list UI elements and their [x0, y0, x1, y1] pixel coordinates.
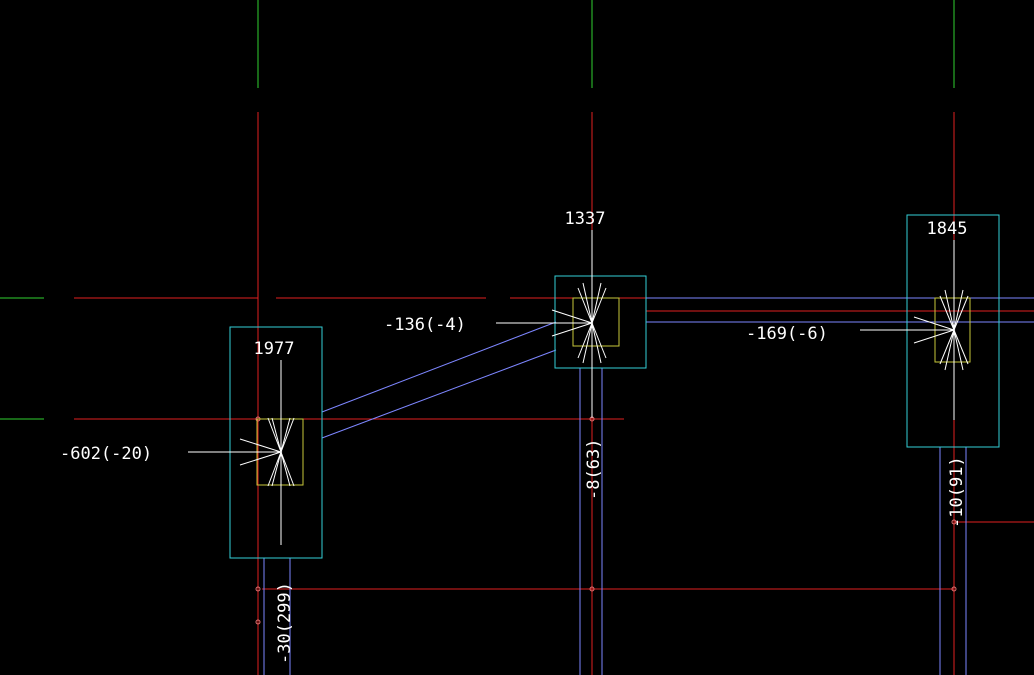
- column-box-mid[interactable]: [554, 275, 647, 369]
- column-box-right[interactable]: [906, 214, 1000, 448]
- axial-force-right: 1845: [927, 219, 968, 239]
- force-arrows: [188, 230, 969, 545]
- column-sections: [256, 297, 971, 486]
- moment-label-left: -602(-20): [60, 444, 152, 464]
- axial-force-mid: 1337: [565, 209, 606, 229]
- beam-lines: [263, 297, 1034, 675]
- moment-label-mid: -136(-4): [384, 315, 466, 335]
- column-box-left[interactable]: [229, 326, 323, 559]
- vertical-label-mid: -8(63): [584, 439, 604, 500]
- vertical-label-right: -10(91): [947, 456, 967, 528]
- green-axis-lines: [0, 0, 955, 420]
- vertical-label-left: -30(299): [275, 582, 295, 664]
- node-markers: [255, 416, 957, 625]
- red-grid-lines: [74, 112, 1034, 675]
- axial-force-left: 1977: [254, 339, 295, 359]
- cad-drawing-canvas[interactable]: 1977 1337 1845 -602(-20) -136(-4) -169(-…: [0, 0, 1034, 675]
- moment-label-right: -169(-6): [746, 324, 828, 344]
